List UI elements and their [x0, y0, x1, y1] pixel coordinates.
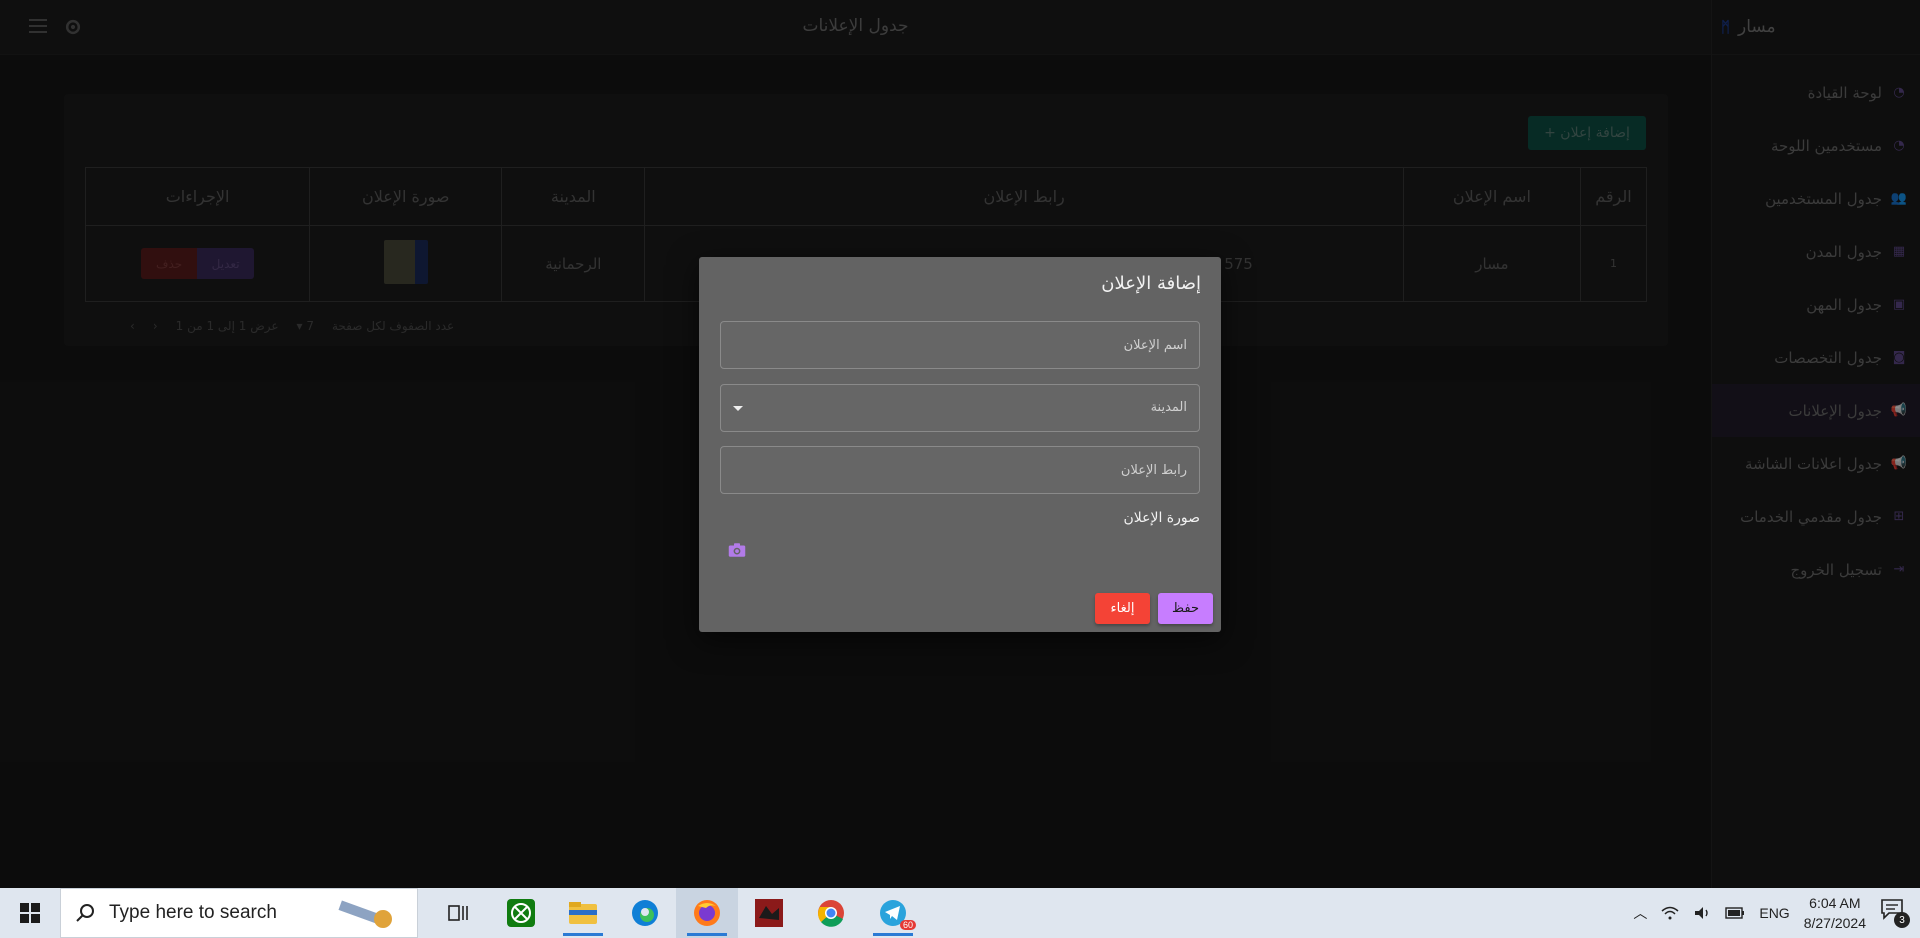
red-app[interactable]: [738, 888, 800, 938]
telegram-app[interactable]: 60: [862, 888, 924, 938]
cancel-button[interactable]: إلغاء: [1095, 593, 1150, 624]
task-view-button[interactable]: [428, 888, 490, 938]
xbox-icon: [507, 899, 535, 927]
clock-time: 6:04 AM: [1809, 895, 1861, 911]
caret-down-icon: [733, 406, 743, 411]
firefox-icon: [694, 900, 720, 926]
search-highlight-image: [338, 900, 392, 928]
start-button[interactable]: [0, 888, 60, 938]
language-indicator[interactable]: ENG: [1759, 905, 1789, 921]
volume-icon[interactable]: [1693, 905, 1711, 921]
add-ad-dialog: إضافة الإعلان المدينة صورة الإعلان حفظ إ…: [699, 257, 1221, 632]
image-label: صورة الإعلان: [1123, 510, 1200, 526]
edge-app[interactable]: [614, 888, 676, 938]
task-view-icon: [448, 905, 468, 921]
notifications-button[interactable]: 3: [1880, 898, 1910, 928]
city-select-placeholder: المدينة: [1150, 400, 1187, 415]
app-icon: [755, 899, 783, 927]
dialog-title: إضافة الإعلان: [1101, 273, 1201, 294]
ad-name-field: [720, 321, 1200, 369]
clock[interactable]: 6:04 AM 8/27/2024: [1804, 893, 1866, 933]
app-window: جدول الإعلانات مسار ᛗ ◔ لوحة القيادة ◔ مستخ…: [0, 0, 1920, 888]
taskbar-search[interactable]: Type here to search: [60, 888, 418, 938]
camera-icon[interactable]: [728, 542, 746, 558]
ad-name-input[interactable]: [721, 322, 1199, 368]
wifi-icon[interactable]: [1661, 905, 1679, 921]
notification-count-badge: 3: [1894, 912, 1910, 928]
file-explorer-app[interactable]: [552, 888, 614, 938]
windows-logo-icon: [20, 903, 40, 923]
search-icon: [76, 904, 94, 922]
chevron-up-icon[interactable]: ︿: [1633, 903, 1647, 923]
save-button[interactable]: حفظ: [1158, 593, 1213, 624]
folder-icon: [569, 902, 597, 924]
taskbar-apps: 60: [428, 888, 924, 938]
clock-date: 8/27/2024: [1803, 915, 1866, 931]
ad-link-input[interactable]: [721, 447, 1199, 493]
battery-icon[interactable]: [1725, 907, 1745, 919]
edge-icon: [632, 900, 658, 926]
firefox-app[interactable]: [676, 888, 738, 938]
windows-taskbar: Type here to search 60 ︿ ENG 6:04 AM 8/2…: [0, 888, 1920, 938]
search-placeholder: Type here to search: [109, 902, 277, 923]
system-tray: ︿ ENG 6:04 AM 8/27/2024 3: [1633, 893, 1920, 933]
telegram-badge: 60: [899, 920, 916, 930]
city-select[interactable]: المدينة: [720, 384, 1200, 432]
ad-link-field: [720, 446, 1200, 494]
chrome-icon: [818, 900, 844, 927]
chrome-app[interactable]: [800, 888, 862, 938]
xbox-app[interactable]: [490, 888, 552, 938]
